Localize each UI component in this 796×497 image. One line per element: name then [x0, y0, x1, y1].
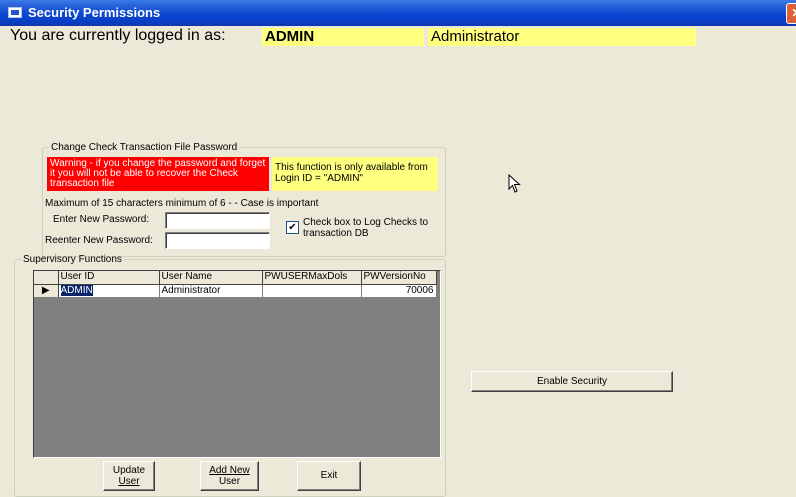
log-checks-label: Check box to Log Checks to transaction D… [303, 217, 429, 239]
cell-user-id[interactable]: ADMIN [58, 284, 160, 298]
password-rule-text: Maximum of 15 characters minimum of 6 - … [45, 198, 319, 209]
logged-in-label: You are currently logged in as: [10, 27, 226, 44]
cell-max-dols[interactable] [262, 284, 362, 298]
table-row[interactable]: ▶ ADMIN Administrator 70006 [34, 284, 437, 298]
change-password-legend: Change Check Transaction File Password [51, 142, 238, 153]
users-table: User ID User Name PWUSERMaxDols PWVersio… [34, 271, 437, 298]
column-header-user-id[interactable]: User ID [58, 271, 160, 285]
cell-user-name[interactable]: Administrator [159, 284, 263, 298]
grid-corner [34, 271, 59, 285]
reenter-password-input[interactable] [165, 232, 270, 249]
new-password-input[interactable] [165, 212, 270, 229]
users-table-header: User ID User Name PWUSERMaxDols PWVersio… [34, 271, 437, 285]
mouse-pointer-icon [508, 174, 521, 193]
enable-security-button[interactable]: Enable Security [471, 371, 673, 392]
selected-user-id: ADMIN [60, 284, 93, 296]
admin-only-notice: This function is only available from Log… [272, 157, 438, 191]
supervisory-functions-legend: Supervisory Functions [23, 254, 122, 265]
close-button[interactable]: ✕ [786, 3, 796, 24]
column-header-user-name[interactable]: User Name [159, 271, 263, 285]
add-new-user-button[interactable]: Add New User [200, 461, 259, 491]
reenter-password-label: Reenter New Password: [45, 235, 153, 246]
row-selector-icon[interactable]: ▶ [34, 284, 59, 298]
column-header-pwusermaxdols[interactable]: PWUSERMaxDols [262, 271, 362, 285]
update-user-button[interactable]: Update User [103, 461, 155, 491]
logged-in-user-id: ADMIN [262, 28, 424, 46]
app-window-icon [8, 7, 22, 18]
new-password-label: Enter New Password: [53, 214, 150, 225]
cell-version-no[interactable]: 70006 [361, 284, 437, 298]
warning-message: Warning - if you change the password and… [47, 157, 269, 191]
title-bar: Security Permissions ✕ [0, 0, 796, 26]
exit-button[interactable]: Exit [297, 461, 361, 491]
logged-in-user-name: Administrator [428, 28, 696, 46]
column-header-pwversionno[interactable]: PWVersionNo [361, 271, 437, 285]
log-checks-checkbox[interactable]: ✔ [286, 221, 299, 234]
window-title: Security Permissions [28, 5, 161, 20]
users-grid[interactable]: User ID User Name PWUSERMaxDols PWVersio… [33, 270, 441, 458]
